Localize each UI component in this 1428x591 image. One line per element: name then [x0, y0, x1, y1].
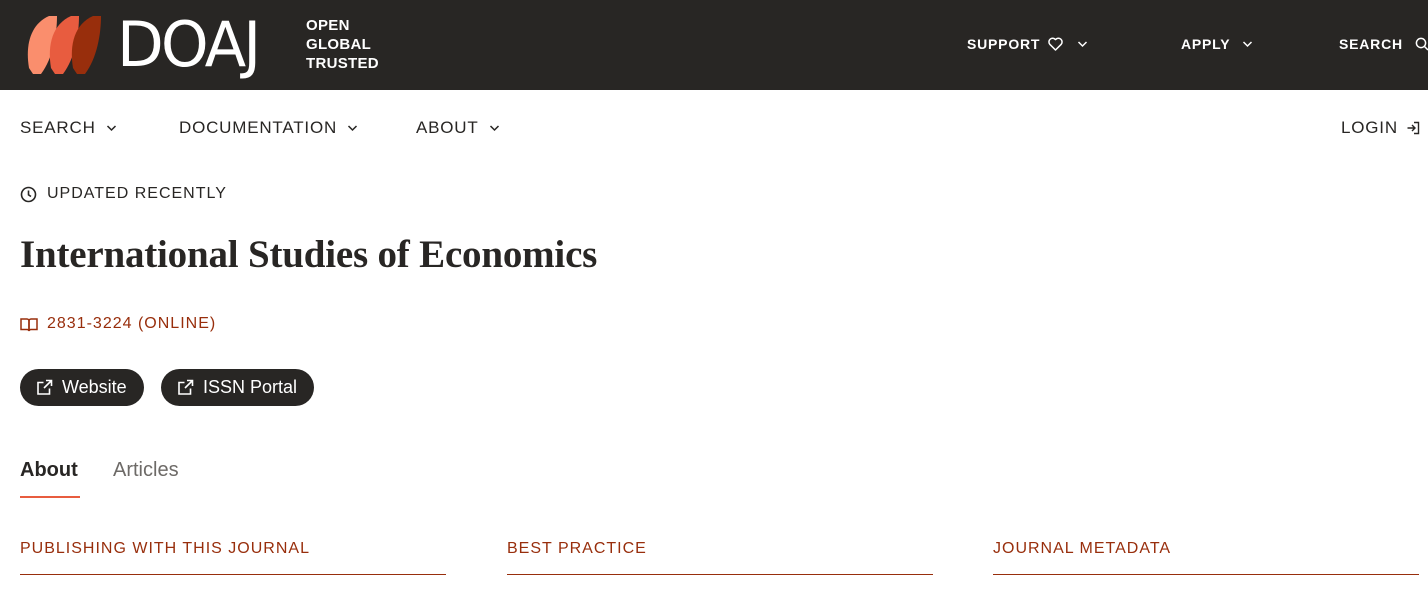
tab-about[interactable]: About	[20, 459, 78, 482]
logo-wordmark: DOAJ	[117, 8, 261, 81]
external-link-icon	[36, 379, 53, 396]
nav-documentation-label: DOCUMENTATION	[179, 118, 338, 137]
top-header-bar: DOAJ OPEN GLOBAL TRUSTED SUPPORT APPLY S…	[0, 0, 1428, 90]
tagline-open: OPEN	[306, 17, 350, 34]
section-publishing-heading: PUBLISHING WITH THIS JOURNAL	[20, 540, 310, 557]
section-metadata-heading: JOURNAL METADATA	[993, 540, 1172, 557]
nav-about-label: ABOUT	[416, 118, 479, 137]
search-icon	[1415, 37, 1428, 51]
page-title: International Studies of Economics	[20, 233, 598, 276]
book-icon	[20, 317, 38, 332]
updated-status: UPDATED RECENTLY	[20, 185, 227, 203]
support-menu[interactable]: SUPPORT	[967, 36, 1088, 52]
tab-articles[interactable]: Articles	[113, 459, 179, 482]
section-divider	[993, 574, 1419, 575]
nav-search-label: SEARCH	[20, 118, 96, 137]
chevron-down-icon	[1242, 40, 1253, 48]
issn-label: 2831-3224 (ONLINE)	[47, 315, 217, 332]
section-divider	[507, 574, 933, 575]
issn-portal-label: ISSN Portal	[203, 377, 298, 397]
active-tab-indicator	[20, 496, 80, 498]
search-label: SEARCH	[1339, 36, 1403, 52]
clock-icon	[20, 186, 37, 203]
doaj-logo[interactable]: DOAJ OPEN GLOBAL TRUSTED	[27, 12, 379, 78]
nav-documentation-menu[interactable]: DOCUMENTATION	[179, 118, 358, 138]
search-link[interactable]: SEARCH	[1339, 36, 1428, 52]
tagline-global: GLOBAL	[306, 36, 372, 53]
issn-info: 2831-3224 (ONLINE)	[20, 315, 216, 333]
section-divider	[20, 574, 446, 575]
website-button[interactable]: Website	[20, 369, 144, 406]
website-label: Website	[62, 377, 127, 397]
support-label: SUPPORT	[967, 36, 1041, 52]
logo-tagline: OPEN GLOBAL TRUSTED	[306, 16, 379, 73]
section-best-practice-heading: BEST PRACTICE	[507, 540, 647, 557]
external-link-icon	[177, 379, 194, 396]
logo-mark-icon	[27, 16, 101, 74]
chevron-down-icon	[347, 124, 358, 132]
chevron-down-icon	[106, 124, 117, 132]
issn-portal-button[interactable]: ISSN Portal	[161, 369, 315, 406]
apply-menu[interactable]: APPLY	[1181, 36, 1253, 52]
login-link[interactable]: LOGIN	[1341, 118, 1420, 138]
tagline-trusted: TRUSTED	[306, 55, 379, 72]
heart-icon	[1048, 37, 1064, 51]
chevron-down-icon	[489, 124, 500, 132]
apply-label: APPLY	[1181, 36, 1231, 52]
login-icon	[1406, 121, 1420, 135]
login-label: LOGIN	[1341, 118, 1398, 137]
nav-about-menu[interactable]: ABOUT	[416, 118, 500, 138]
updated-label: UPDATED RECENTLY	[47, 185, 227, 202]
nav-search-menu[interactable]: SEARCH	[20, 118, 117, 138]
chevron-down-icon	[1077, 40, 1088, 48]
